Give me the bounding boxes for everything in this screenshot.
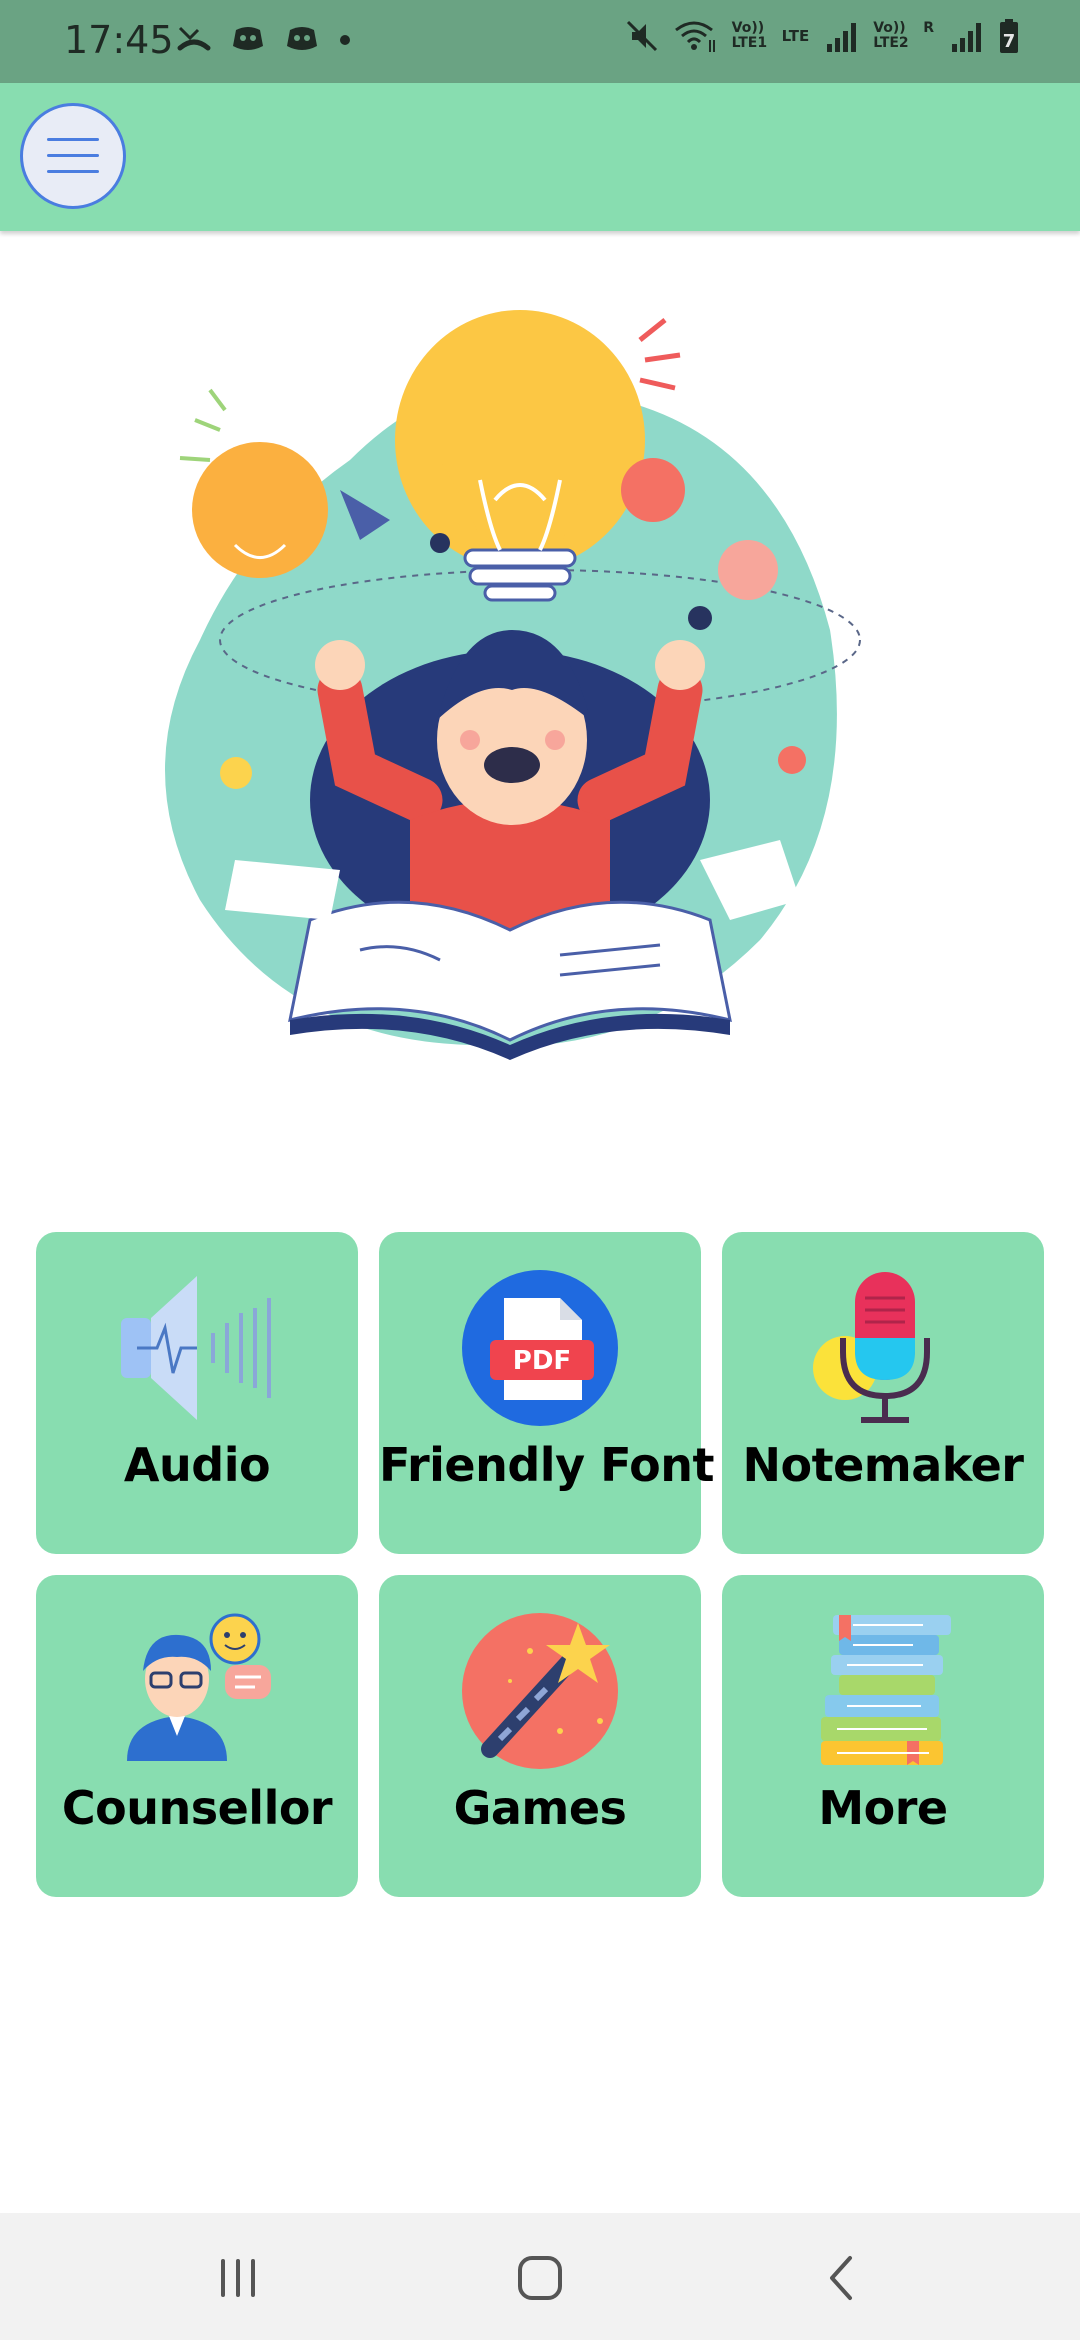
status-time: 17:45: [64, 18, 174, 62]
app-bar: [0, 83, 1080, 231]
friendly-font-label: Friendly Font: [379, 1438, 714, 1492]
magic-wand-icon: [462, 1613, 618, 1769]
more-tile[interactable]: More: [722, 1575, 1044, 1897]
recents-icon[interactable]: [203, 2243, 273, 2313]
svg-text:PDF: PDF: [513, 1346, 571, 1376]
friendly-font-tile[interactable]: PDF Friendly Font: [379, 1232, 714, 1554]
home-icon[interactable]: [505, 2243, 575, 2313]
notemaker-label: Notemaker: [742, 1438, 1024, 1492]
back-icon[interactable]: [808, 2243, 878, 2313]
missed-call-icon: [177, 26, 211, 51]
feature-grid: Audio PDF Friendly Font Notemaker Counse…: [36, 1232, 1044, 1897]
audio-tile[interactable]: Audio: [36, 1232, 358, 1554]
wifi-icon: [674, 21, 715, 52]
audio-label: Audio: [123, 1438, 271, 1492]
sim2-label: Vo)) LTE2: [873, 20, 909, 51]
games-label: Games: [453, 1781, 627, 1835]
speaker-icon: [121, 1276, 271, 1420]
menu-button[interactable]: [20, 103, 126, 209]
more-label: More: [818, 1781, 948, 1835]
battery-level: 7: [1003, 31, 1016, 52]
games-tile[interactable]: Games: [379, 1575, 701, 1897]
counsellor-tile[interactable]: Counsellor: [36, 1575, 358, 1897]
counsellor-label: Counsellor: [61, 1781, 333, 1835]
navigation-bar: [0, 2213, 1080, 2340]
pdf-icon: PDF: [462, 1270, 618, 1426]
counsellor-icon: [127, 1613, 271, 1761]
dot-icon: [340, 35, 350, 45]
system-icons: Vo)) LTE1 LTE Vo)) LTE2 R 7: [624, 18, 1020, 54]
battery-icon: 7: [1000, 19, 1018, 53]
books-stack-icon: [821, 1615, 951, 1765]
status-bar: 17:45 Vo)) LTE1 LTE Vo)) LTE2 R 7: [0, 0, 1080, 83]
mute-icon: [626, 20, 657, 52]
lte2-signal-icon: [952, 23, 981, 52]
hero-illustration: [165, 310, 861, 1060]
roaming-label: R: [923, 20, 934, 36]
lte1-signal-icon: [827, 23, 857, 52]
small-lightbulb-icon: [179, 388, 328, 578]
discord-icon: [233, 27, 263, 50]
notemaker-tile[interactable]: Notemaker: [722, 1232, 1044, 1554]
notification-icons: [176, 20, 352, 56]
lte-label: LTE: [781, 27, 810, 45]
hamburger-menu-icon: [47, 138, 99, 173]
sim1-label: Vo)) LTE1: [731, 20, 768, 51]
microphone-icon: [813, 1272, 930, 1423]
discord-icon: [287, 27, 317, 50]
